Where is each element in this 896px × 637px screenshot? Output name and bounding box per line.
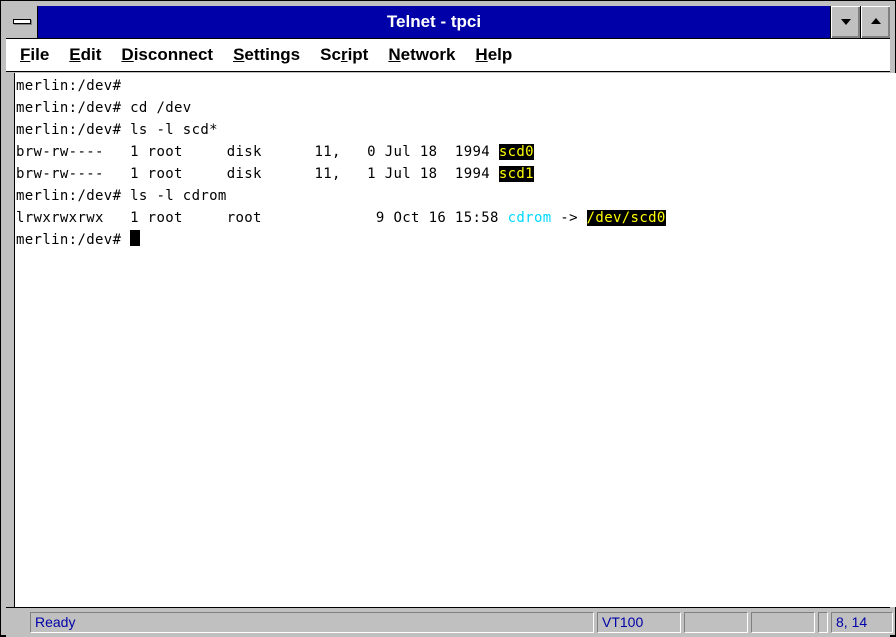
menu-network[interactable]: Network xyxy=(380,45,463,65)
highlighted-filename: scd0 xyxy=(498,144,534,160)
minimize-arrow-icon xyxy=(841,19,851,25)
shell-prompt: merlin:/dev# xyxy=(16,232,122,248)
system-menu-icon xyxy=(13,19,31,24)
terminal-line: brw-rw---- 1 root disk 11, 0 Jul 18 1994… xyxy=(16,142,534,163)
status-emulation: VT100 xyxy=(597,612,681,633)
maximize-button[interactable] xyxy=(860,6,890,38)
terminal-line: merlin:/dev# xyxy=(16,76,121,97)
shell-prompt: merlin:/dev# xyxy=(16,188,122,204)
menu-edit[interactable]: Edit xyxy=(61,45,109,65)
status-bar: Ready VT100 8, 14 xyxy=(6,607,893,637)
menu-file[interactable]: File xyxy=(12,45,57,65)
system-menu-button[interactable] xyxy=(6,6,38,38)
menu-settings[interactable]: Settings xyxy=(225,45,308,65)
terminal-line: merlin:/dev# cd /dev xyxy=(16,98,192,119)
status-field-1 xyxy=(684,612,748,633)
symlink-arrow: -> xyxy=(551,210,587,226)
terminal-line: merlin:/dev# xyxy=(16,230,141,251)
menu-bar: File Edit Disconnect Settings Script Network H… xyxy=(6,39,890,72)
menu-disconnect[interactable]: Disconnect xyxy=(113,45,221,65)
terminal-text: brw-rw---- 1 root disk 11, 0 Jul 18 1994 xyxy=(16,144,499,160)
title-bar[interactable]: Telnet - tpci xyxy=(6,6,890,39)
highlighted-filename: /dev/scd0 xyxy=(586,210,666,226)
shell-prompt: merlin:/dev# xyxy=(16,78,122,94)
status-cursor-position: 8, 14 xyxy=(831,612,893,633)
terminal-text: ls -l cdrom xyxy=(121,188,227,204)
text-cursor xyxy=(130,230,141,246)
terminal-text: cd /dev xyxy=(121,100,192,116)
status-message: Ready xyxy=(30,612,594,633)
telnet-window: Telnet - tpci File Edit Disconnect Settings… xyxy=(0,0,896,637)
shell-prompt: merlin:/dev# xyxy=(16,122,122,138)
terminal-text: ls -l scd* xyxy=(121,122,218,138)
maximize-arrow-icon xyxy=(871,18,881,24)
terminal-screen[interactable]: merlin:/dev# merlin:/dev# cd /dev merlin:/… xyxy=(14,73,896,607)
menu-help[interactable]: Help xyxy=(467,45,520,65)
terminal-text: brw-rw---- 1 root disk 11, 1 Jul 18 1994 xyxy=(16,166,499,182)
terminal-line: lrwxrwxrwx 1 root root 9 Oct 16 15:58 cd… xyxy=(16,208,666,229)
minimize-button[interactable] xyxy=(830,6,860,38)
terminal-line: merlin:/dev# ls -l cdrom xyxy=(16,186,227,207)
terminal-line: merlin:/dev# ls -l scd* xyxy=(16,120,218,141)
left-border xyxy=(6,72,14,608)
symlink-name: cdrom xyxy=(507,210,552,226)
menu-script[interactable]: Script xyxy=(312,45,376,65)
terminal-line: brw-rw---- 1 root disk 11, 1 Jul 18 1994… xyxy=(16,164,534,185)
window-title: Telnet - tpci xyxy=(386,12,482,31)
status-field-3 xyxy=(818,612,828,633)
highlighted-filename: scd1 xyxy=(498,166,534,182)
status-field-2 xyxy=(751,612,815,633)
shell-prompt: merlin:/dev# xyxy=(16,100,122,116)
terminal-text: lrwxrwxrwx 1 root root 9 Oct 16 15:58 xyxy=(16,210,508,226)
